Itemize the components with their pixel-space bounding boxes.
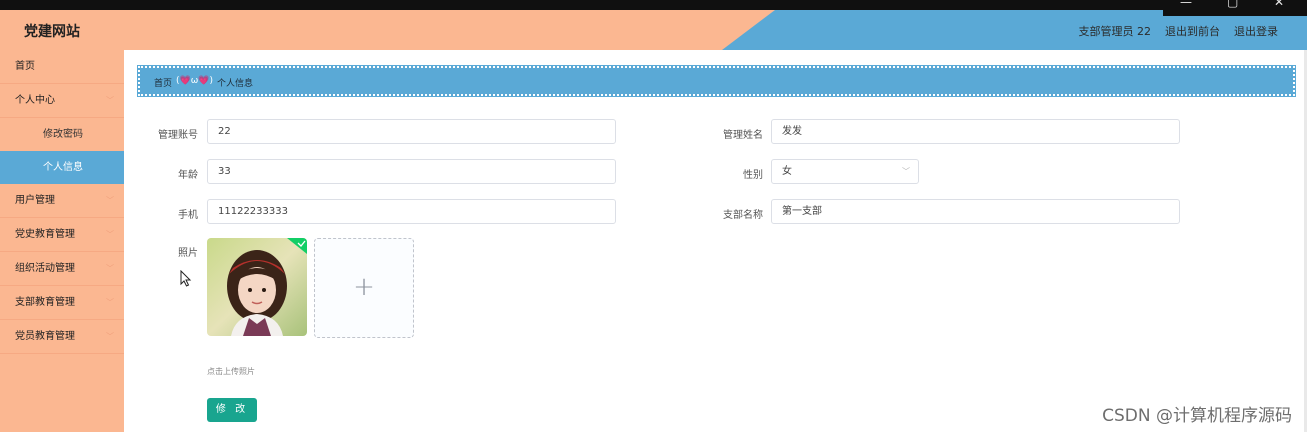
sidebar-subitem-change-password[interactable]: 修改密码 — [0, 118, 124, 151]
sidebar-subitem-personal-info[interactable]: 个人信息 — [0, 151, 124, 184]
name-field[interactable]: 发发 — [771, 119, 1180, 144]
breadcrumb-current: 个人信息 — [217, 79, 254, 89]
chevron-down-icon: ﹀ — [106, 196, 114, 205]
photo-label: 照片 — [178, 248, 198, 259]
age-field[interactable]: 33 — [207, 159, 616, 184]
upload-hint: 点击上传照片 — [207, 367, 255, 376]
chevron-down-icon: ﹀ — [106, 298, 114, 307]
phone-label: 手机 — [178, 210, 198, 221]
sidebar-item-activity-management[interactable]: 组织活动管理 ﹀ — [0, 252, 124, 286]
chevron-down-icon: ﹀ — [106, 230, 114, 239]
submit-button[interactable]: 修 改 — [207, 398, 257, 422]
sidebar-item-label: 用户管理 — [15, 195, 55, 206]
branch-label: 支部名称 — [723, 210, 763, 221]
breadcrumb-separator: (💗ω💗) — [176, 76, 213, 86]
sidebar-item-label: 党史教育管理 — [15, 229, 75, 240]
minimize-icon[interactable]: — — [1180, 0, 1192, 8]
profile-photo — [207, 238, 307, 336]
sidebar-item-personal-center[interactable]: 个人中心 ﹀ — [0, 84, 124, 118]
header-user-menu: 支部管理员 22 退出到前台 退出登录 — [1079, 23, 1279, 39]
chevron-down-icon: ﹀ — [106, 96, 114, 105]
sidebar-item-label: 党员教育管理 — [15, 331, 75, 342]
account-label: 管理账号 — [158, 130, 198, 141]
sidebar: 首页 个人中心 ﹀ 修改密码 个人信息 用户管理 ﹀ 党史教育管理 ﹀ 组织活动… — [0, 50, 124, 432]
sidebar-item-member-education[interactable]: 党员教育管理 ﹀ — [0, 320, 124, 354]
sidebar-item-label: 个人中心 — [15, 95, 55, 106]
breadcrumb-home[interactable]: 首页 — [154, 76, 172, 89]
sidebar-item-label: 支部教育管理 — [15, 297, 75, 308]
gender-selected-value: 女 — [782, 166, 792, 177]
close-icon[interactable]: ✕ — [1274, 0, 1284, 8]
chevron-down-icon: ﹀ — [106, 264, 114, 273]
upload-success-icon — [287, 238, 307, 254]
sidebar-item-user-management[interactable]: 用户管理 ﹀ — [0, 184, 124, 218]
photo-upload-button[interactable]: + — [314, 238, 414, 338]
age-label: 年龄 — [178, 170, 198, 181]
account-field[interactable]: 22 — [207, 119, 616, 144]
gender-select[interactable]: 女 ﹀ — [771, 159, 919, 184]
phone-field[interactable]: 11122233333 — [207, 199, 616, 224]
chevron-down-icon: ﹀ — [902, 167, 910, 176]
branch-field[interactable]: 第一支部 — [771, 199, 1180, 224]
front-page-link[interactable]: 退出到前台 — [1165, 23, 1220, 39]
chevron-down-icon: ﹀ — [106, 332, 114, 341]
breadcrumb: 首页 (💗ω💗) 个人信息 — [137, 65, 1296, 97]
window-titlebar: — ▢ ✕ — [0, 0, 1307, 10]
gender-label: 性别 — [743, 170, 763, 181]
sidebar-item-home[interactable]: 首页 — [0, 50, 124, 84]
sidebar-item-label: 组织活动管理 — [15, 263, 75, 274]
name-label: 管理姓名 — [723, 130, 763, 141]
sidebar-item-party-history[interactable]: 党史教育管理 ﹀ — [0, 218, 124, 252]
sidebar-item-label: 首页 — [15, 61, 35, 72]
user-role-label: 支部管理员 22 — [1078, 25, 1152, 38]
logout-link[interactable]: 退出登录 — [1234, 23, 1278, 39]
mouse-pointer-icon — [180, 270, 192, 287]
top-header: 党建网站 支部管理员 22 退出到前台 退出登录 — [0, 10, 1307, 50]
restore-icon[interactable]: ▢ — [1227, 0, 1238, 8]
site-title: 党建网站 — [24, 24, 80, 40]
plus-icon: + — [353, 272, 375, 302]
watermark-text: CSDN @计算机程序源码 — [1102, 406, 1292, 426]
sidebar-item-branch-education[interactable]: 支部教育管理 ﹀ — [0, 286, 124, 320]
